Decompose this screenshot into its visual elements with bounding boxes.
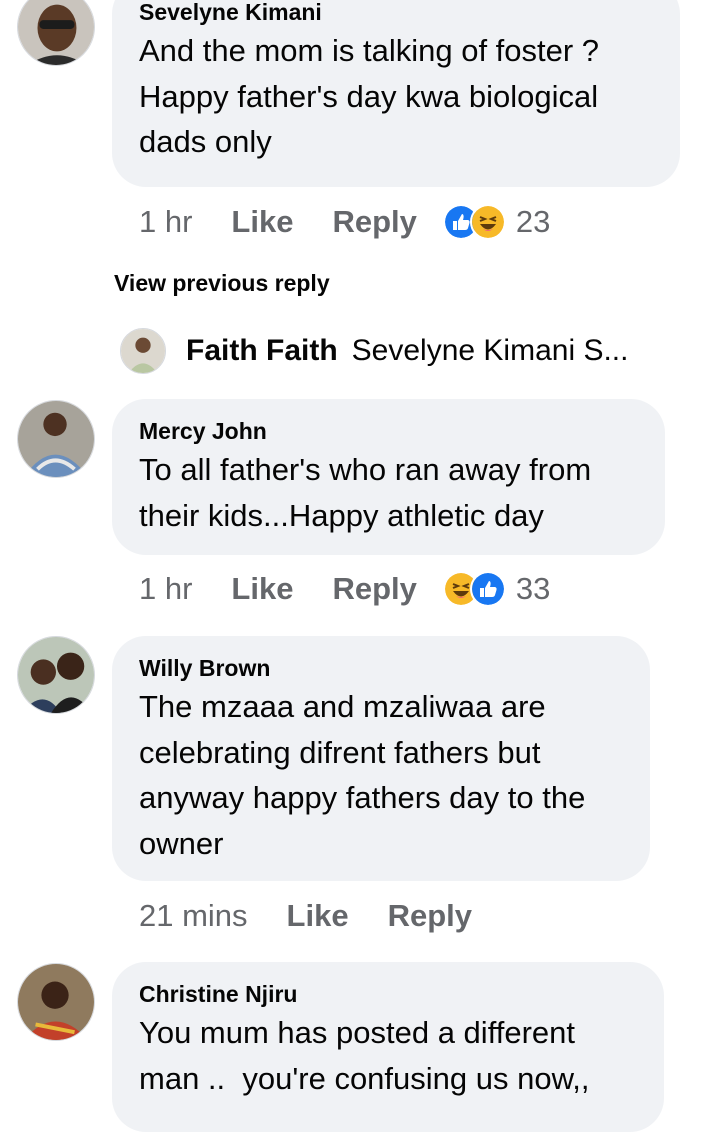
timestamp[interactable]: 1 hr: [139, 204, 192, 240]
comment-actions: 1 hr Like Reply 23: [139, 200, 550, 244]
comment-line: celebrating difrent fathers but: [139, 734, 541, 770]
reaction-count: 33: [515, 571, 551, 606]
comment-author[interactable]: Mercy John: [139, 417, 637, 445]
avatar-christine-njiru[interactable]: [17, 963, 95, 1041]
comment-line: owner: [139, 825, 224, 861]
like-button[interactable]: Like: [231, 204, 293, 240]
comment-author[interactable]: Willy Brown: [139, 654, 622, 682]
view-previous-reply-link[interactable]: View previous reply: [114, 270, 330, 297]
avatar-willy-brown[interactable]: [17, 636, 95, 714]
comment-text: And the mom is talking of foster ? Happy…: [139, 28, 652, 165]
comment-line: anyway happy fathers day to the: [139, 780, 586, 815]
comment-author[interactable]: Sevelyne Kimani: [139, 0, 652, 26]
avatar-faith-faith[interactable]: [120, 328, 166, 374]
reply-button[interactable]: Reply: [332, 204, 416, 240]
avatar-sevelyne-kimani[interactable]: [17, 0, 95, 66]
comment-bubble[interactable]: Mercy John To all father's who ran away …: [112, 399, 665, 555]
like-icon: [469, 571, 506, 607]
reply-preview[interactable]: Faith Faith Sevelyne Kimani S...: [120, 327, 628, 375]
haha-icon: [469, 204, 506, 240]
comment-line: You mum has posted a different: [139, 1015, 576, 1050]
reactions-summary[interactable]: 33: [442, 571, 551, 607]
reactions-summary[interactable]: 23: [442, 204, 551, 240]
reply-button[interactable]: Reply: [388, 898, 472, 934]
comment-line: dads only: [139, 124, 272, 159]
comment-line: their kids...Happy athletic day: [139, 497, 544, 533]
comment-line: The mzaaa and mzaliwaa are: [139, 689, 546, 724]
comment-actions: 1 hr Like Reply 33: [139, 567, 550, 611]
comment-bubble[interactable]: Christine Njiru You mum has posted a dif…: [112, 962, 664, 1132]
comment-line: man .. you're confusing us now,,: [139, 1060, 590, 1096]
timestamp[interactable]: 21 mins: [139, 898, 248, 934]
reply-author[interactable]: Faith Faith: [186, 334, 338, 368]
comment-bubble[interactable]: Sevelyne Kimani And the mom is talking o…: [112, 0, 680, 187]
comment-line: Happy father's day kwa biological: [139, 78, 599, 114]
comment-text: To all father's who ran away from their …: [139, 447, 637, 538]
comment-line: And the mom is talking of foster ?: [139, 33, 600, 68]
like-button[interactable]: Like: [231, 571, 293, 607]
avatar-mercy-john[interactable]: [17, 400, 95, 478]
comment-line: To all father's who ran away from: [139, 452, 592, 487]
reply-snippet: Sevelyne Kimani S...: [351, 334, 629, 367]
like-button[interactable]: Like: [287, 898, 349, 934]
comment-text: The mzaaa and mzaliwaa are celebrating d…: [139, 684, 622, 866]
comment-actions: 21 mins Like Reply: [139, 894, 511, 938]
timestamp[interactable]: 1 hr: [139, 571, 192, 607]
reaction-count: 23: [515, 204, 551, 239]
reply-button[interactable]: Reply: [332, 571, 416, 607]
comment-text: You mum has posted a different man .. yo…: [139, 1010, 636, 1101]
comment-bubble[interactable]: Willy Brown The mzaaa and mzaliwaa are c…: [112, 636, 650, 881]
comment-author[interactable]: Christine Njiru: [139, 980, 636, 1008]
